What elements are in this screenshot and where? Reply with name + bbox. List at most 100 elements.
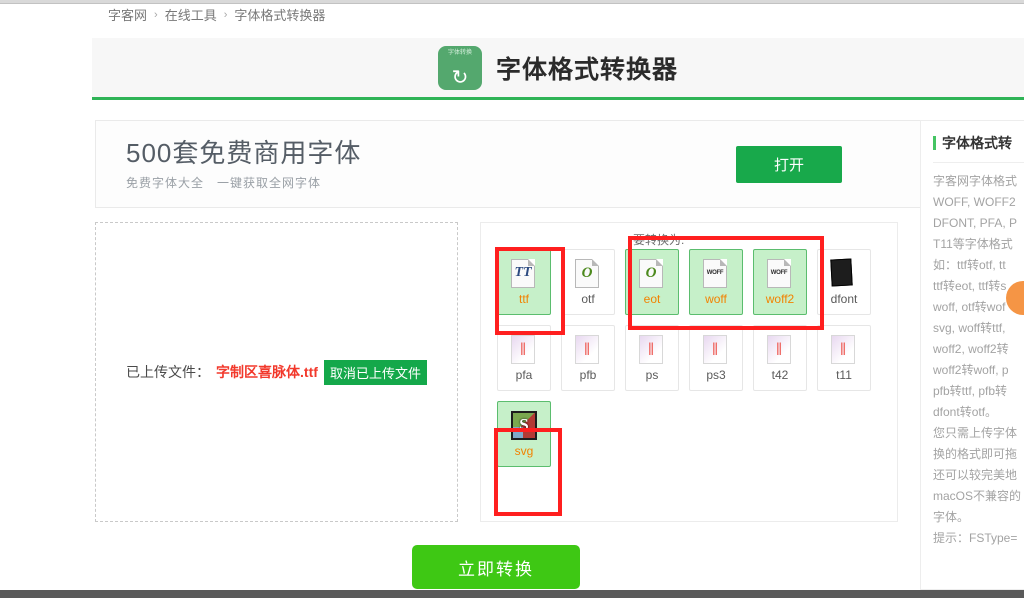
page-title: 字体格式转换器 bbox=[495, 55, 678, 84]
promo-text: 500套免费商用字体 免费字体大全 一键获取全网字体 bbox=[126, 137, 361, 191]
breadcrumb-item-home[interactable]: 字客网 bbox=[108, 5, 147, 24]
breadcrumb-separator-icon: › bbox=[223, 8, 228, 21]
sidebar-title: 字体格式转 bbox=[933, 133, 1024, 163]
sidebar-description: 字客网字体格式 WOFF, WOFF2 DFONT, PFA, P T11等字体格式如… bbox=[933, 171, 1024, 549]
format-icon-wrap bbox=[830, 257, 857, 289]
sidebar-paragraph: 如：ttf转otf, tt bbox=[933, 258, 1006, 272]
postscript-file-icon: ‖ bbox=[767, 334, 791, 364]
sidebar-paragraph: 字体。 bbox=[933, 510, 970, 524]
bottom-bar bbox=[0, 590, 1024, 598]
format-option-woff[interactable]: WOFF woff bbox=[689, 249, 743, 315]
format-option-label: t42 bbox=[771, 367, 789, 382]
format-option-otf[interactable]: Ootf bbox=[561, 249, 615, 315]
format-option-label: eot bbox=[643, 291, 661, 306]
header-inner: 字体转换 ↻ 字体格式转换器 bbox=[437, 45, 678, 90]
format-icon-wrap: ‖ bbox=[831, 334, 857, 365]
format-icon-wrap: ‖ bbox=[703, 334, 729, 365]
format-option-label: ps bbox=[645, 367, 659, 382]
sidebar-paragraph: woff2, woff2转 bbox=[933, 342, 1009, 356]
recycle-arrows-icon: ↻ bbox=[451, 64, 469, 89]
format-option-pfa[interactable]: ‖ pfa bbox=[497, 325, 551, 391]
convert-now-button[interactable]: 立即转换 bbox=[412, 545, 580, 589]
page-header: 字体转换 ↻ 字体格式转换器 bbox=[92, 38, 1024, 100]
format-icon-wrap: O bbox=[575, 258, 601, 289]
woff-file-icon: WOFF bbox=[767, 258, 791, 288]
sidebar-paragraph: 换的格式即可拖 bbox=[933, 447, 1018, 461]
format-icon-wrap: ‖ bbox=[639, 334, 665, 365]
format-icon-wrap: O bbox=[639, 258, 665, 289]
upload-dropzone[interactable]: 已上传文件： 字制区喜脉体.ttf 取消已上传文件 bbox=[95, 222, 458, 522]
uploaded-file-row: 已上传文件： 字制区喜脉体.ttf 取消已上传文件 bbox=[126, 359, 427, 385]
format-option-ps3[interactable]: ‖ ps3 bbox=[689, 325, 743, 391]
dfont-file-icon bbox=[830, 257, 853, 287]
format-option-label: ttf bbox=[518, 291, 529, 306]
sidebar-paragraph: T11等字体格式 bbox=[933, 237, 1013, 251]
format-option-dfont[interactable]: dfont bbox=[817, 249, 871, 315]
format-option-label: otf bbox=[581, 291, 595, 306]
opentype-file-icon: O bbox=[639, 258, 663, 288]
target-format-panel: 要转换为: TT ttf Ootf Oeot WOFF woff WOFF woff2 dfon… bbox=[480, 222, 898, 522]
format-option-label: t11 bbox=[836, 367, 852, 382]
format-option-ps[interactable]: ‖ ps bbox=[625, 325, 679, 391]
truetype-file-icon: TT bbox=[511, 258, 535, 288]
svg-file-icon: S bbox=[511, 410, 537, 440]
uploaded-file-name: 字制区喜脉体.ttf bbox=[216, 364, 318, 380]
format-icon-wrap: WOFF bbox=[767, 258, 793, 289]
format-option-eot[interactable]: Oeot bbox=[625, 249, 679, 315]
format-option-svg[interactable]: Ssvg bbox=[497, 401, 551, 467]
sidebar-paragraph: 提示：FSType= bbox=[933, 531, 1018, 545]
format-option-label: dfont bbox=[830, 291, 858, 306]
sidebar-paragraph: woff2转woff, p bbox=[933, 363, 1009, 377]
postscript-file-icon: ‖ bbox=[575, 334, 599, 364]
sidebar-paragraph: pfb转ttf, pfb转 bbox=[933, 384, 1008, 398]
sidebar-paragraph: WOFF, WOFF2 bbox=[933, 195, 1016, 209]
browser-chrome-strip bbox=[0, 0, 1024, 4]
sidebar-paragraph: macOS不兼容的 bbox=[933, 489, 1022, 503]
sidebar-paragraph: DFONT, PFA, P bbox=[933, 216, 1018, 230]
format-icon-wrap: ‖ bbox=[767, 334, 793, 365]
sidebar-paragraph: 您只需上传字体 bbox=[933, 426, 1018, 440]
uploaded-file-label: 已上传文件： bbox=[126, 364, 211, 380]
woff-file-icon: WOFF bbox=[703, 258, 727, 288]
convert-to-label: 要转换为: bbox=[633, 233, 685, 247]
page-root: 字客网 › 在线工具 › 字体格式转换器 字体转换 ↻ 字体格式转换器 500套… bbox=[0, 0, 1024, 598]
font-converter-logo-icon: 字体转换 ↻ bbox=[437, 45, 482, 90]
cancel-upload-button[interactable]: 取消已上传文件 bbox=[323, 359, 427, 385]
sidebar-paragraph: svg, woff转ttf, bbox=[933, 321, 1006, 335]
format-option-t11[interactable]: ‖ t11 bbox=[817, 325, 871, 391]
format-icon-wrap: ‖ bbox=[511, 334, 537, 365]
sidebar-paragraph: 字客网字体格式 bbox=[933, 174, 1018, 188]
format-option-t42[interactable]: ‖ t42 bbox=[753, 325, 807, 391]
format-option-label: svg bbox=[514, 443, 534, 458]
format-option-ttf[interactable]: TT ttf bbox=[497, 249, 551, 315]
promo-title: 500套免费商用字体 bbox=[126, 138, 362, 168]
postscript-file-icon: ‖ bbox=[703, 334, 727, 364]
breadcrumb-separator-icon: › bbox=[154, 8, 158, 21]
postscript-file-icon: ‖ bbox=[511, 334, 535, 364]
breadcrumb: 字客网 › 在线工具 › 字体格式转换器 bbox=[108, 5, 325, 24]
logo-mini-label: 字体转换 bbox=[447, 49, 472, 56]
format-option-label: ps3 bbox=[706, 367, 726, 382]
format-option-label: woff bbox=[705, 291, 727, 306]
format-option-pfb[interactable]: ‖ pfb bbox=[561, 325, 615, 391]
format-option-label: pfa bbox=[515, 367, 533, 382]
sidebar-paragraph: 还可以较完美地 bbox=[933, 468, 1018, 482]
sidebar-paragraph: dfont转otf。 bbox=[933, 405, 998, 419]
format-icon-wrap: ‖ bbox=[575, 334, 601, 365]
format-icon-wrap: TT bbox=[511, 258, 537, 289]
format-icon-wrap: WOFF bbox=[703, 258, 729, 289]
format-option-label: pfb bbox=[579, 367, 597, 382]
breadcrumb-item-current: 字体格式转换器 bbox=[234, 8, 326, 23]
format-option-label: woff2 bbox=[765, 291, 795, 306]
opentype-file-icon: O bbox=[575, 258, 599, 288]
breadcrumb-item-tools[interactable]: 在线工具 bbox=[165, 5, 217, 24]
format-option-woff2[interactable]: WOFF woff2 bbox=[753, 249, 807, 315]
promo-open-button[interactable]: 打开 bbox=[736, 146, 842, 183]
postscript-file-icon: ‖ bbox=[639, 334, 663, 364]
format-option-grid: TT ttf Ootf Oeot WOFF woff WOFF woff2 dfont ‖ pfa ‖… bbox=[497, 249, 883, 467]
promo-banner[interactable]: 500套免费商用字体 免费字体大全 一键获取全网字体 打开 bbox=[95, 120, 925, 208]
format-icon-wrap: S bbox=[511, 410, 537, 441]
postscript-file-icon: ‖ bbox=[831, 334, 855, 364]
sidebar-info-panel: 字体格式转 字客网字体格式 WOFF, WOFF2 DFONT, PFA, P T11… bbox=[920, 120, 1024, 590]
promo-subtitle: 免费字体大全 一键获取全网字体 bbox=[126, 176, 322, 190]
